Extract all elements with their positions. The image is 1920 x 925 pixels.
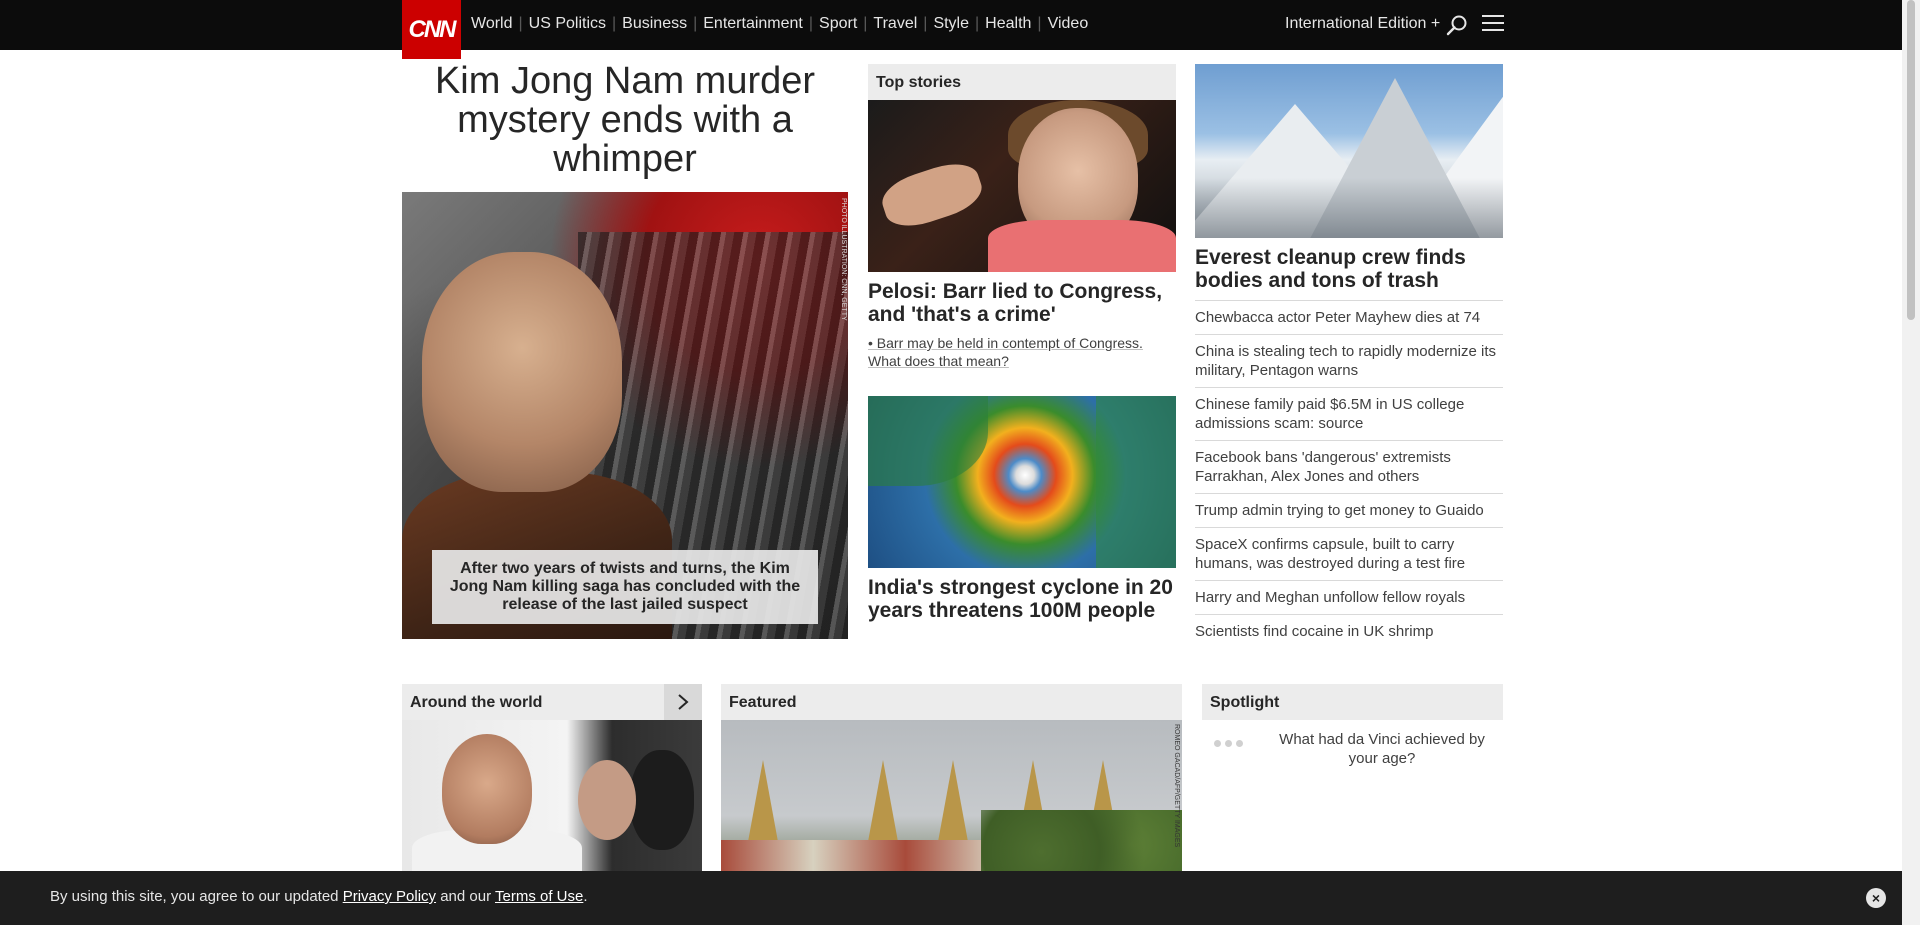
headline-item[interactable]: Trump admin trying to get money to Guaid… [1195, 494, 1503, 528]
cookie-text-mid: and our [436, 888, 495, 905]
nav-separator: | [518, 15, 523, 32]
image-face [442, 734, 532, 844]
page-scrollbar[interactable] [1902, 0, 1920, 925]
nav-us-politics[interactable]: US Politics [529, 15, 606, 33]
around-the-world-image[interactable] [402, 720, 702, 880]
lead-headline[interactable]: Kim Jong Nam murder mystery ends with a … [402, 62, 848, 179]
nav-travel[interactable]: Travel [873, 15, 917, 33]
hamburger-menu-icon[interactable] [1482, 15, 1504, 35]
cnn-logo[interactable]: CNN [402, 0, 461, 59]
spotlight-item-title[interactable]: What had da Vinci achieved by your age? [1272, 730, 1492, 768]
nav-entertainment[interactable]: Entertainment [703, 15, 803, 33]
main-nav: World | US Politics | Business | Entertainm… [471, 15, 1088, 33]
scrollbar-thumb[interactable] [1907, 0, 1915, 320]
nav-separator: | [923, 15, 928, 32]
next-arrow-button[interactable] [664, 684, 702, 720]
headline-item[interactable]: Facebook bans 'dangerous' extremists Far… [1195, 441, 1503, 494]
story-title-cyclone[interactable]: India's strongest cyclone in 20 years th… [868, 576, 1176, 622]
image-suit [988, 220, 1176, 272]
search-icon[interactable] [1446, 14, 1468, 36]
nav-world[interactable]: World [471, 15, 513, 33]
featured-image[interactable]: ROMEO GACAD/AFP/GETTY IMAGES [721, 720, 1182, 880]
loading-dots-icon [1208, 730, 1248, 747]
close-icon[interactable]: × [1866, 888, 1886, 908]
lead-image-face [422, 252, 622, 492]
section-title-spotlight: Spotlight [1202, 684, 1503, 720]
terms-of-use-link[interactable]: Terms of Use [495, 888, 583, 905]
section-label: Around the world [410, 694, 543, 711]
everest-image[interactable] [1195, 64, 1503, 238]
image-landmass [868, 396, 988, 486]
headline-item[interactable]: SpaceX confirms capsule, built to carry … [1195, 528, 1503, 581]
pelosi-image[interactable] [868, 100, 1176, 272]
story-title-pelosi[interactable]: Pelosi: Barr lied to Congress, and 'that… [868, 280, 1176, 326]
image-landmass [1096, 396, 1176, 568]
headlines-column: Everest cleanup crew finds bodies and to… [1195, 64, 1503, 648]
image-trees [981, 810, 1182, 880]
headline-item[interactable]: Chewbacca actor Peter Mayhew dies at 74 [1195, 301, 1503, 335]
related-link-barr[interactable]: • Barr may be held in contempt of Congre… [868, 334, 1176, 370]
nav-separator: | [1037, 15, 1042, 32]
photo-credit: ROMEO GACAD/AFP/GETTY IMAGES [1173, 724, 1180, 848]
cyclone-image[interactable] [868, 396, 1176, 568]
around-the-world-section: Around the world [402, 684, 702, 880]
nav-separator: | [975, 15, 980, 32]
spotlight-section: Spotlight What had da Vinci achieved by … [1202, 684, 1503, 778]
nav-separator: | [808, 15, 814, 32]
lead-caption[interactable]: After two years of twists and turns, the… [432, 550, 818, 624]
edition-selector[interactable]: International Edition + [1285, 15, 1440, 33]
image-shade [1195, 178, 1503, 238]
cookie-text-pre: By using this site, you agree to our upd… [50, 888, 343, 905]
section-title-around-the-world: Around the world [402, 684, 702, 720]
nav-video[interactable]: Video [1048, 15, 1089, 33]
headline-item[interactable]: Harry and Meghan unfollow fellow royals [1195, 581, 1503, 615]
image-face [578, 760, 636, 840]
nav-separator: | [693, 15, 698, 32]
nav-style[interactable]: Style [933, 15, 969, 33]
top-navigation-bar: CNN World | US Politics | Business | Entert… [0, 0, 1902, 59]
cookie-message: By using this site, you agree to our upd… [50, 888, 588, 905]
headline-item[interactable]: China is stealing tech to rapidly modern… [1195, 335, 1503, 388]
privacy-policy-link[interactable]: Privacy Policy [343, 888, 436, 905]
spotlight-item[interactable]: What had da Vinci achieved by your age? [1202, 720, 1503, 778]
story-title-everest[interactable]: Everest cleanup crew finds bodies and to… [1195, 246, 1503, 301]
cookie-text-post: . [583, 888, 588, 905]
nav-health[interactable]: Health [985, 15, 1031, 33]
nav-separator: | [863, 15, 868, 32]
top-stories-column: Top stories Pelosi: Barr lied to Congres… [868, 64, 1176, 622]
headline-item[interactable]: Scientists find cocaine in UK shrimp [1195, 615, 1503, 648]
photo-credit: PHOTO ILLUSTRATION: CNN, GETTY [840, 198, 847, 321]
image-hair [630, 750, 694, 850]
featured-section: Featured ROMEO GACAD/AFP/GETTY IMAGES [721, 684, 1182, 880]
chevron-right-icon [678, 694, 689, 710]
section-title-top-stories: Top stories [868, 64, 1176, 100]
nav-separator: | [612, 15, 617, 32]
headline-list: Chewbacca actor Peter Mayhew dies at 74 … [1195, 301, 1503, 648]
cookie-consent-banner: By using this site, you agree to our upd… [0, 871, 1902, 925]
image-hand [876, 155, 988, 235]
lead-image[interactable]: PHOTO ILLUSTRATION: CNN, GETTY After two… [402, 192, 848, 639]
nav-sport[interactable]: Sport [819, 15, 857, 33]
nav-business[interactable]: Business [622, 15, 687, 33]
section-title-featured: Featured [721, 684, 1182, 720]
headline-item[interactable]: Chinese family paid $6.5M in US college … [1195, 388, 1503, 441]
